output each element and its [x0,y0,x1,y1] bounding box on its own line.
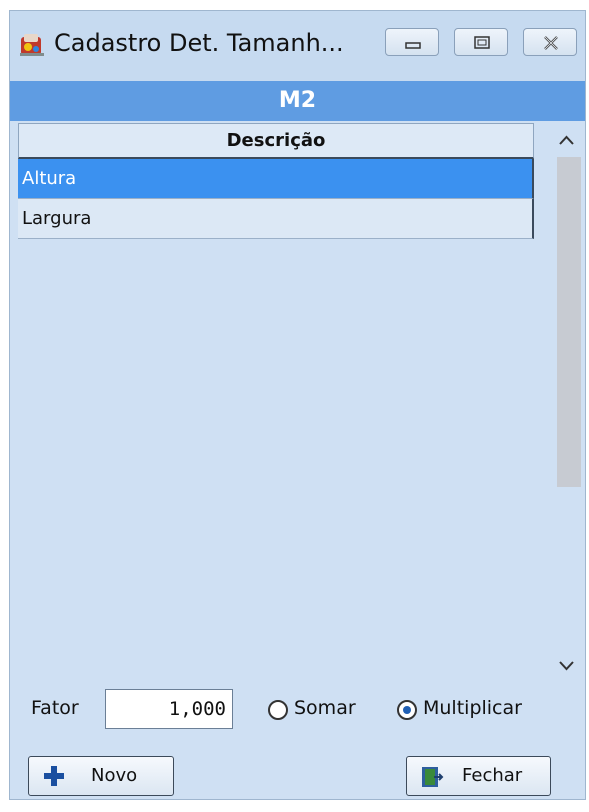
minimize-icon [405,42,421,49]
scroll-thumb[interactable] [557,157,581,487]
title-bar[interactable]: Cadastro Det. Tamanh... [10,11,585,81]
somar-label[interactable]: Somar [294,697,356,719]
plus-icon [44,766,64,786]
exit-door-icon [422,767,444,787]
multiplicar-radio[interactable] [397,700,417,720]
close-icon [544,36,558,50]
close-button[interactable] [523,28,577,56]
scroll-down-icon[interactable] [551,651,582,681]
maximize-icon [474,36,490,49]
detail-grid[interactable]: Descrição Altura Largura [18,123,534,683]
multiplicar-label[interactable]: Multiplicar [423,697,522,719]
somar-radio[interactable] [268,700,288,720]
novo-label: Novo [91,765,138,786]
app-icon [18,31,46,59]
fator-input[interactable]: 1,000 [105,689,233,729]
maximize-button[interactable] [454,28,508,56]
record-title: M2 [10,81,585,121]
novo-button[interactable]: Novo [28,756,174,796]
grid-row-altura[interactable]: Altura [18,159,534,199]
vertical-scrollbar[interactable] [551,123,582,683]
radio-selected-dot [403,706,411,714]
column-header-descricao[interactable]: Descrição [18,123,534,159]
fechar-button[interactable]: Fechar [406,756,551,796]
grid-row-largura[interactable]: Largura [18,199,534,239]
dialog-window: Cadastro Det. Tamanh... M2 Descrição Alt… [9,10,586,800]
fator-label: Fator [31,697,79,719]
fechar-label: Fechar [462,765,523,786]
window-title: Cadastro Det. Tamanh... [54,29,344,57]
minimize-button[interactable] [385,28,439,56]
scroll-up-icon[interactable] [551,125,582,155]
